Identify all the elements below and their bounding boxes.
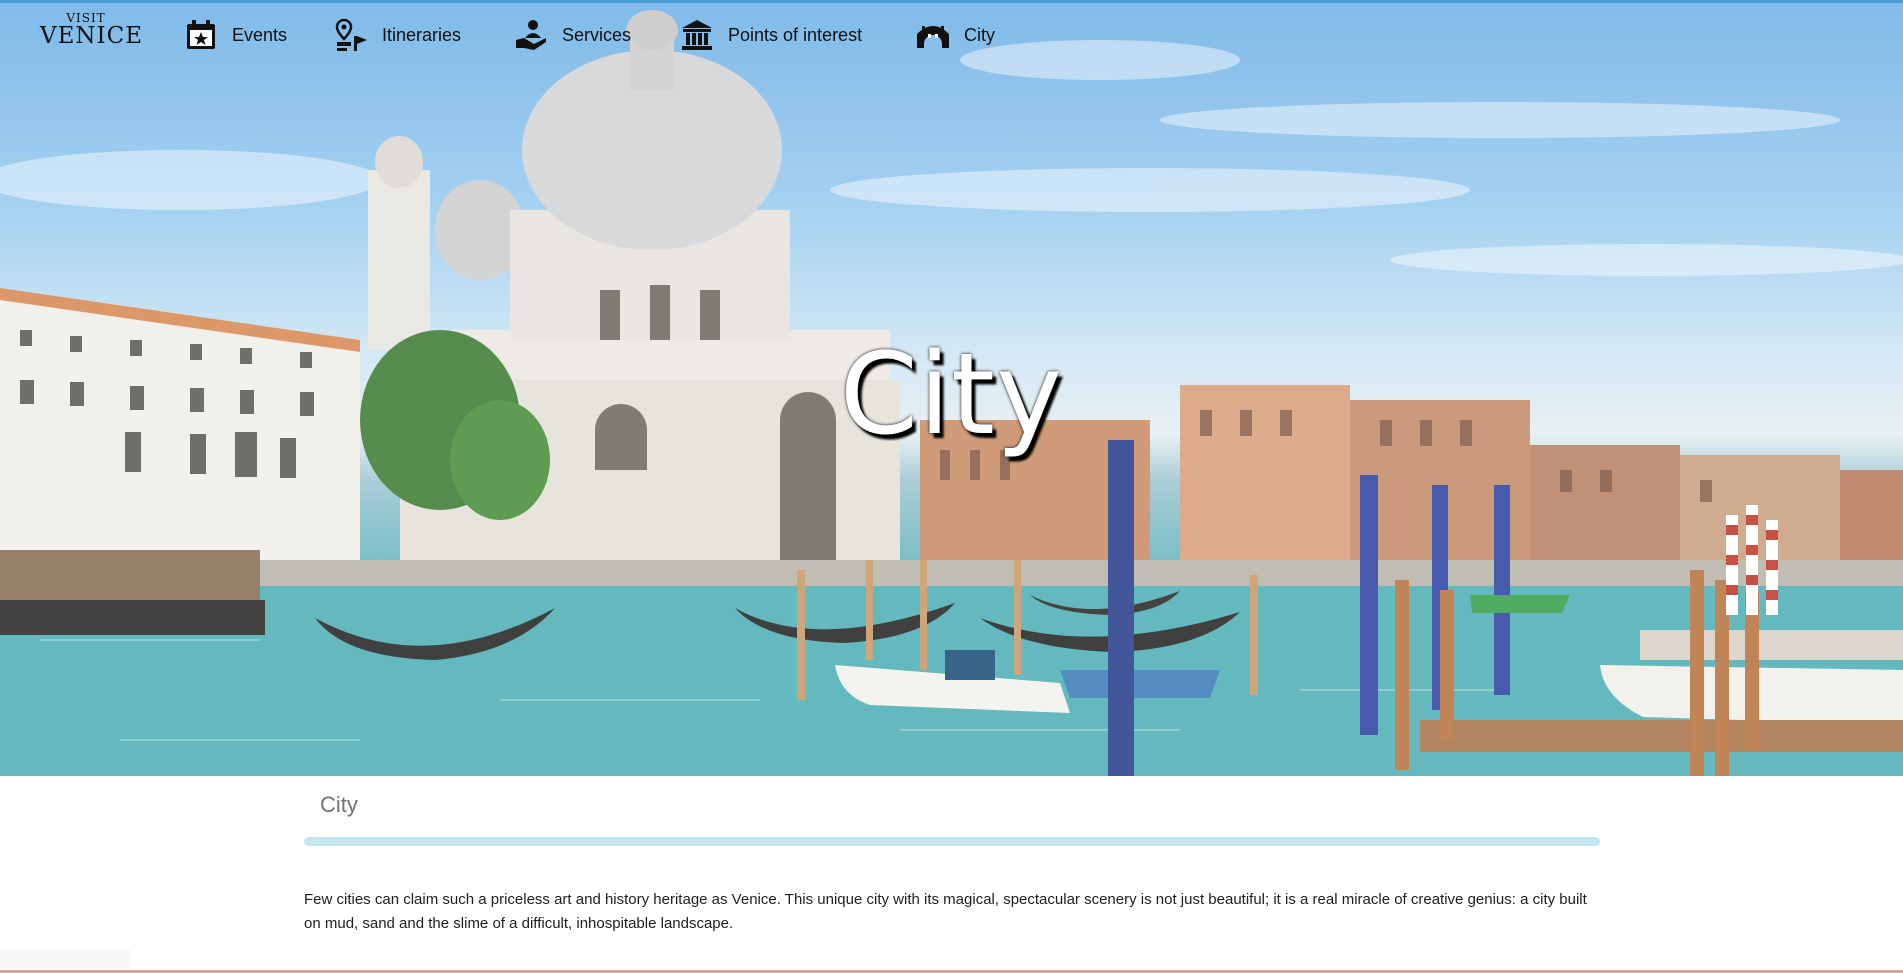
intro-paragraph: Few cities can claim such a priceless ar… — [304, 891, 1587, 932]
museum-icon — [682, 20, 712, 50]
hero-banner: City — [0, 0, 1903, 776]
nav-item-services[interactable]: Services — [514, 17, 631, 53]
top-navbar: VISIT VENICE Events Itineraries Services… — [0, 0, 1903, 70]
section-divider — [304, 837, 1600, 846]
nav-item-events[interactable]: Events — [184, 17, 287, 53]
nav-label-points-of-interest: Points of interest — [728, 24, 863, 45]
visit-venice-logo[interactable]: VISIT VENICE — [40, 12, 143, 56]
nav-item-city[interactable]: City — [916, 17, 995, 53]
logo-name-text: VENICE — [40, 23, 143, 49]
hand-person-icon — [516, 20, 546, 50]
bridge-icon — [917, 26, 949, 48]
nav-label-city: City — [964, 24, 995, 45]
nav-label-events: Events — [232, 24, 288, 45]
nav-item-itineraries[interactable]: Itineraries — [334, 17, 461, 53]
section-title: City — [320, 792, 358, 817]
route-pin-icon — [335, 18, 367, 51]
status-hint-strip — [0, 950, 130, 968]
calendar-star-icon — [187, 20, 215, 49]
nav-label-itineraries: Itineraries — [382, 24, 462, 45]
nav-label-services: Services — [562, 24, 632, 45]
nav-item-points-of-interest[interactable]: Points of interest — [680, 17, 862, 53]
hero-title: City — [839, 330, 1064, 460]
